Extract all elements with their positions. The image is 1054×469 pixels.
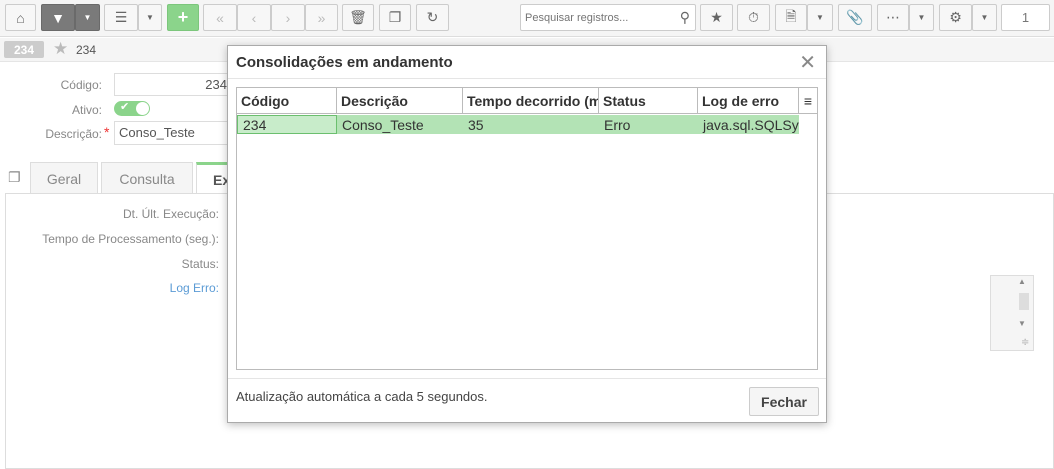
timer-button[interactable]: ⏱ bbox=[737, 4, 770, 31]
report-button[interactable]: 🗎 bbox=[775, 4, 807, 31]
column-header-tempo[interactable]: Tempo decorrido (mi bbox=[463, 88, 599, 114]
tempo-processamento-label: Tempo de Processamento (seg.): bbox=[42, 232, 219, 246]
resize-handle-icon[interactable]: ≑ bbox=[1021, 337, 1029, 348]
caret-down-icon: ▼ bbox=[146, 13, 154, 22]
caret-down-icon: ▼ bbox=[917, 13, 926, 22]
search-icon[interactable]: ⚲ bbox=[680, 9, 690, 26]
more-dropdown-button[interactable]: ▼ bbox=[909, 4, 934, 31]
dialog-title: Consolidações em andamento bbox=[236, 54, 453, 71]
next-record-button[interactable]: › bbox=[271, 4, 305, 31]
caret-down-icon: ▼ bbox=[816, 13, 824, 22]
codigo-label: Código: bbox=[60, 78, 102, 92]
dt-ult-execucao-label: Dt. Últ. Execução: bbox=[122, 207, 219, 221]
cell-codigo[interactable]: 234 bbox=[237, 115, 337, 134]
filter-button[interactable]: ▼ bbox=[41, 4, 75, 31]
toggle-knob bbox=[136, 102, 149, 115]
more-button[interactable]: ⋯ bbox=[877, 4, 909, 31]
column-header-codigo[interactable]: Código bbox=[237, 88, 337, 114]
filter-dropdown-button[interactable]: ▼ bbox=[75, 4, 100, 31]
filter-icon: ▼ bbox=[51, 9, 65, 26]
cell-tempo[interactable]: 35 bbox=[463, 115, 599, 134]
duplicate-button[interactable]: ❐ bbox=[379, 4, 411, 31]
caret-down-icon: ▼ bbox=[980, 13, 989, 22]
file-icon: 🗎 bbox=[785, 7, 797, 24]
more-icon: ⋯ bbox=[886, 9, 900, 25]
record-badge: 234 bbox=[4, 41, 44, 58]
divider bbox=[228, 78, 826, 79]
list-view-dropdown-button[interactable]: ▼ bbox=[138, 4, 162, 31]
home-icon: ⌂ bbox=[16, 9, 25, 26]
favorite-button[interactable]: ★ bbox=[700, 4, 733, 31]
delete-button[interactable]: 🗑 bbox=[342, 4, 374, 31]
paperclip-icon: 📎 bbox=[846, 9, 864, 25]
fechar-button[interactable]: Fechar bbox=[749, 387, 819, 416]
consolidacoes-grid: Código Descrição Tempo decorrido (mi Sta… bbox=[236, 87, 818, 370]
tab-geral[interactable]: Geral bbox=[30, 162, 98, 194]
auto-refresh-text: Atualização automática a cada 5 segundos… bbox=[236, 389, 488, 404]
last-record-button[interactable]: » bbox=[305, 4, 338, 31]
last-icon: » bbox=[317, 9, 326, 26]
status-label: Status: bbox=[181, 257, 219, 271]
copy-icon[interactable]: ❐ bbox=[8, 169, 21, 186]
home-button[interactable]: ⌂ bbox=[5, 4, 36, 31]
column-header-descricao[interactable]: Descrição bbox=[337, 88, 463, 114]
add-button[interactable]: + bbox=[167, 4, 199, 31]
required-icon: * bbox=[104, 124, 110, 140]
search-box: ⚲ bbox=[520, 4, 696, 31]
gear-icon: ⚙ bbox=[949, 9, 962, 25]
list-icon: ☰ bbox=[114, 9, 128, 25]
list-view-button[interactable]: ☰ bbox=[104, 4, 138, 31]
log-erro-label: Log Erro: bbox=[169, 281, 219, 295]
copy-icon: ❐ bbox=[388, 9, 402, 25]
star-icon: ★ bbox=[710, 9, 723, 25]
first-icon: « bbox=[216, 9, 224, 26]
record-title: 234 bbox=[76, 43, 97, 57]
cell-status[interactable]: Erro bbox=[599, 115, 698, 134]
scroll-up-icon[interactable]: ▲ bbox=[1018, 277, 1026, 286]
codigo-field[interactable]: 234 bbox=[114, 73, 234, 96]
timer-icon: ⏱ bbox=[748, 9, 759, 25]
scrollbar-thumb[interactable] bbox=[1019, 293, 1029, 310]
divider bbox=[228, 378, 826, 379]
attachment-button[interactable]: 📎 bbox=[838, 4, 872, 31]
refresh-button[interactable]: ↻ bbox=[416, 4, 449, 31]
trash-icon: 🗑 bbox=[349, 9, 367, 25]
grid-header: Código Descrição Tempo decorrido (mi Sta… bbox=[237, 88, 817, 114]
check-icon: ✔ bbox=[120, 101, 130, 113]
column-header-log[interactable]: Log de erro bbox=[698, 88, 799, 114]
descricao-field[interactable]: Conso_Teste bbox=[114, 121, 234, 145]
column-header-status[interactable]: Status bbox=[599, 88, 698, 114]
prev-icon: ‹ bbox=[251, 9, 257, 26]
caret-down-icon: ▼ bbox=[83, 13, 92, 22]
prev-record-button[interactable]: ‹ bbox=[237, 4, 271, 31]
ativo-toggle[interactable]: ✔ bbox=[114, 101, 150, 116]
refresh-icon: ↻ bbox=[426, 9, 439, 25]
plus-icon: + bbox=[177, 7, 189, 27]
toolbar: ⌂ ▼ ▼ ☰ ▼ + « ‹ › » 🗑 ❐ ↻ ⚲ ★ ⏱ 🗎 ▼ 📎 ⋯ … bbox=[0, 0, 1054, 37]
column-menu-icon[interactable]: ≡ bbox=[799, 88, 817, 114]
page-number[interactable]: 1 bbox=[1001, 4, 1050, 31]
scroll-down-icon[interactable]: ▼ bbox=[1018, 319, 1026, 328]
descricao-label: Descrição: bbox=[45, 127, 102, 141]
consolidacoes-dialog: Consolidações em andamento ✕ Código Desc… bbox=[227, 45, 827, 423]
star-icon[interactable]: ★ bbox=[53, 39, 68, 59]
table-row[interactable]: 234 Conso_Teste 35 Erro java.sql.SQLSyn bbox=[237, 115, 799, 134]
report-dropdown-button[interactable]: ▼ bbox=[807, 4, 833, 31]
cell-descricao[interactable]: Conso_Teste bbox=[337, 115, 463, 134]
first-record-button[interactable]: « bbox=[203, 4, 237, 31]
cell-log[interactable]: java.sql.SQLSyn bbox=[698, 115, 799, 134]
search-input[interactable] bbox=[521, 5, 671, 30]
ativo-label: Ativo: bbox=[71, 103, 102, 117]
next-icon: › bbox=[285, 9, 291, 26]
settings-button[interactable]: ⚙ bbox=[939, 4, 972, 31]
tab-consulta[interactable]: Consulta bbox=[101, 162, 193, 194]
close-icon[interactable]: ✕ bbox=[799, 50, 816, 75]
settings-dropdown-button[interactable]: ▼ bbox=[972, 4, 997, 31]
